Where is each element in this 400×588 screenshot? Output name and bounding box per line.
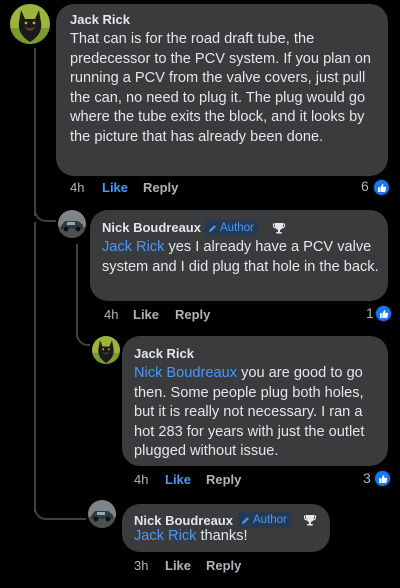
nick-boudreaux-avatar[interactable]: [88, 500, 116, 528]
thread-connector: [76, 322, 90, 346]
author-badge: Author: [237, 512, 292, 528]
comment-body: thanks!: [196, 528, 248, 544]
comment-text: Nick Boudreaux you are good to go then. …: [134, 364, 384, 462]
author-badge-label: Author: [253, 514, 287, 526]
author-badge: Author: [204, 220, 259, 236]
comment-timestamp[interactable]: 4h: [70, 180, 84, 195]
reply-button[interactable]: Reply: [206, 558, 241, 573]
reaction-count[interactable]: 6: [361, 178, 369, 194]
reaction-count[interactable]: 1: [366, 305, 374, 321]
like-button[interactable]: Like: [165, 558, 191, 573]
thread-line: [34, 222, 36, 512]
comment-timestamp[interactable]: 3h: [134, 558, 148, 573]
like-reaction-icon[interactable]: [374, 470, 391, 487]
comment-author[interactable]: Jack Rick: [70, 12, 130, 27]
author-badge-label: Author: [220, 222, 254, 234]
thread-line: [34, 48, 36, 216]
thread-connector: [34, 496, 86, 520]
comment-author[interactable]: Jack Rick: [134, 346, 194, 361]
comment-text: That can is for the road draft tube, the…: [70, 31, 371, 145]
nick-boudreaux-avatar[interactable]: [58, 210, 86, 238]
top-contributor-badge-icon[interactable]: [303, 513, 317, 527]
comment-timestamp[interactable]: 4h: [134, 472, 148, 487]
pencil-icon: [208, 224, 216, 232]
comment-text: Jack Rick thanks!: [134, 527, 324, 547]
like-reaction-icon[interactable]: [375, 305, 392, 322]
comment-author[interactable]: Nick Boudreaux: [134, 513, 233, 528]
mention-link[interactable]: Jack Rick: [102, 239, 164, 255]
reply-button[interactable]: Reply: [175, 307, 210, 322]
comment-timestamp[interactable]: 4h: [104, 307, 118, 322]
thread-connector: [34, 200, 56, 222]
like-reaction-icon[interactable]: [373, 179, 390, 196]
reaction-count[interactable]: 3: [363, 470, 371, 486]
top-contributor-badge-icon[interactable]: [272, 221, 286, 235]
like-button[interactable]: Like: [165, 472, 191, 487]
comment-text: Jack Rick yes I already have a PCV valve…: [102, 238, 384, 277]
jack-rick-avatar[interactable]: [92, 336, 120, 364]
reply-button[interactable]: Reply: [143, 180, 178, 195]
jack-rick-avatar[interactable]: [10, 4, 50, 44]
like-button[interactable]: Like: [133, 307, 159, 322]
comment-author[interactable]: Nick Boudreaux: [102, 220, 201, 235]
mention-link[interactable]: Nick Boudreaux: [134, 365, 237, 381]
reply-button[interactable]: Reply: [206, 472, 241, 487]
mention-link[interactable]: Jack Rick: [134, 528, 196, 544]
pencil-icon: [241, 516, 249, 524]
like-button[interactable]: Like: [102, 180, 128, 195]
